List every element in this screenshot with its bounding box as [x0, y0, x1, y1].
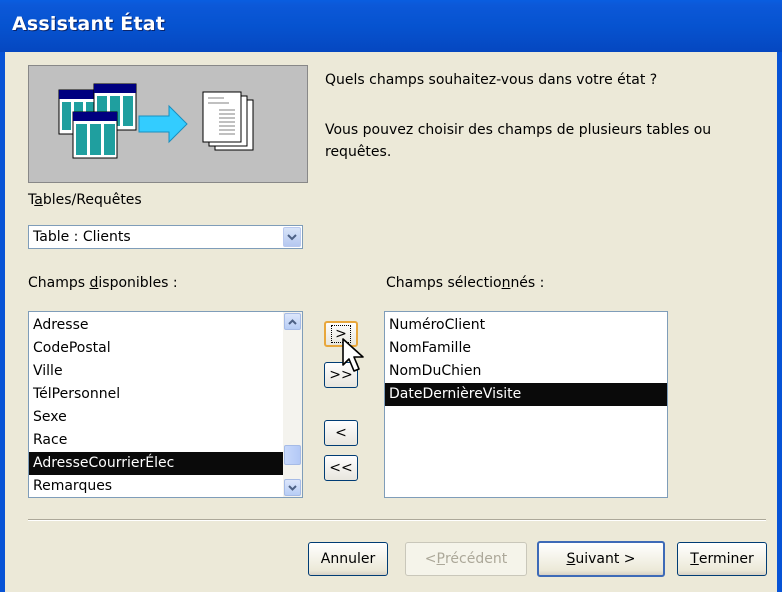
- selected-field-item[interactable]: NomDuChien: [385, 360, 667, 383]
- tables-queries-value: Table : Clients: [33, 229, 131, 245]
- remove-all-fields-button[interactable]: <<: [324, 455, 358, 481]
- wizard-hint-line1: Vous pouvez choisir des champs de plusie…: [325, 122, 712, 138]
- remove-field-button[interactable]: <: [324, 420, 358, 446]
- mouse-pointer-icon: [342, 338, 364, 372]
- wizard-question: Quels champs souhaitez-vous dans votre é…: [325, 72, 658, 88]
- tables-queries-label: Tables/Requêtes: [28, 192, 142, 208]
- available-field-item[interactable]: TélPersonnel: [29, 383, 285, 406]
- available-field-item[interactable]: Ville: [29, 360, 285, 383]
- available-fields-scrollbar[interactable]: [283, 312, 302, 497]
- tables-queries-dropdown[interactable]: Table : Clients: [28, 225, 303, 249]
- selected-fields-list[interactable]: NuméroClient NomFamille NomDuChien DateD…: [384, 311, 668, 498]
- available-field-item[interactable]: Adresse: [29, 314, 285, 337]
- available-field-item[interactable]: Remarques: [29, 475, 285, 497]
- scroll-down-arrow-icon[interactable]: [284, 479, 301, 496]
- wizard-hint-line2: requêtes.: [325, 144, 392, 160]
- next-button[interactable]: Suivant >: [537, 541, 665, 577]
- available-field-item[interactable]: CodePostal: [29, 337, 285, 360]
- scroll-thumb[interactable]: [284, 445, 301, 465]
- wizard-illustration: [28, 65, 308, 183]
- selected-field-item[interactable]: NuméroClient: [385, 314, 667, 337]
- available-field-item[interactable]: Race: [29, 429, 285, 452]
- window-frame-left: [0, 52, 5, 592]
- chevron-down-icon[interactable]: [283, 227, 301, 247]
- available-fields-label: Champs disponibles :: [28, 275, 178, 291]
- tables-to-report-icon: [58, 83, 254, 159]
- footer-separator: [28, 519, 766, 521]
- available-field-item[interactable]: Sexe: [29, 406, 285, 429]
- window-title: Assistant État: [12, 13, 166, 35]
- selected-fields-label: Champs sélectionnés :: [386, 275, 545, 291]
- back-button[interactable]: < Précédent: [405, 542, 527, 576]
- available-fields-list[interactable]: Adresse CodePostal Ville TélPersonnel Se…: [28, 311, 303, 498]
- cancel-button[interactable]: Annuler: [308, 542, 388, 576]
- scroll-up-arrow-icon[interactable]: [284, 313, 301, 330]
- selected-field-item-selected[interactable]: DateDernièreVisite: [385, 383, 667, 406]
- window-frame-right: [777, 52, 782, 592]
- finish-button[interactable]: Terminer: [677, 542, 767, 576]
- available-field-item-selected[interactable]: AdresseCourrierÉlec: [29, 452, 285, 475]
- title-bar: Assistant État: [0, 0, 782, 52]
- selected-field-item[interactable]: NomFamille: [385, 337, 667, 360]
